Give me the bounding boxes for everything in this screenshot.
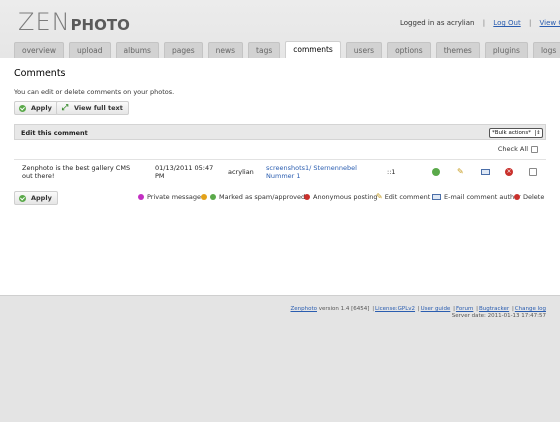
apply-label: Apply (31, 104, 52, 112)
tab-comments[interactable]: comments (285, 41, 341, 58)
mail-icon (432, 194, 441, 200)
table-row: Zenphoto is the best gallery CMS out the… (14, 159, 546, 182)
spam-icon (201, 194, 207, 200)
tab-news[interactable]: news (207, 42, 244, 58)
row-checkbox[interactable] (529, 168, 537, 176)
legend-label: Delete (523, 193, 545, 201)
user-bar: Logged in as acrylian | Log Out | View G… (400, 19, 560, 27)
tab-pages[interactable]: pages (163, 42, 203, 58)
pencil-icon: ✎ (376, 192, 383, 201)
comment-item: screenshots1/ Sternennebel Nummer 1 (266, 164, 366, 180)
apply-label: Apply (31, 194, 52, 202)
tab-albums[interactable]: albums (115, 42, 159, 58)
item-link-image[interactable]: Nummer 1 (266, 172, 301, 180)
check-all: Check All (498, 145, 538, 153)
tab-logs[interactable]: logs (532, 42, 560, 58)
tab-plugins[interactable]: plugins (484, 42, 528, 58)
apply-button-top[interactable]: Apply (14, 101, 58, 115)
logo-zen: ZEN (18, 8, 71, 36)
user-guide-link[interactable]: User guide (421, 306, 451, 312)
bulk-actions-select[interactable]: *Bulk actions* ⇕ (489, 128, 543, 138)
table-header-title: Edit this comment (21, 129, 88, 137)
footer: Zenphoto version 1.4 [6454] |License:GPL… (290, 306, 546, 320)
legend-edit: ✎ Edit comment (376, 192, 431, 202)
server-date: Server date: 2011-01-13 17:47:57 (451, 313, 546, 319)
select-arrows-icon: ⇕ (535, 130, 541, 136)
legend-email: E-mail comment author (432, 193, 521, 201)
item-link-album[interactable]: screenshots1/ Sternennebel (266, 164, 357, 172)
tab-options[interactable]: options (387, 42, 431, 58)
edit-pencil-icon[interactable]: ✎ (457, 168, 465, 176)
anonymous-icon (304, 194, 310, 200)
email-author-icon[interactable] (481, 169, 490, 175)
comments-table: Edit this comment *Bulk actions* ⇕ Check… (14, 124, 546, 182)
footer-brand-link[interactable]: Zenphoto (290, 306, 317, 312)
view-gallery-link[interactable]: View Gallery (540, 19, 560, 27)
comment-date: 01/13/2011 05:47 PM (155, 164, 214, 180)
check-icon (19, 104, 26, 112)
footer-version: version 1.4 [6454] (318, 306, 370, 312)
view-full-text-button[interactable]: ⤢ View full text (56, 101, 129, 115)
logged-in-text: Logged in as acrylian (400, 19, 475, 27)
legend-label: Anonymous posting (313, 193, 378, 201)
tab-overview[interactable]: overview (14, 42, 64, 58)
main-content: Comments You can edit or delete comments… (0, 58, 560, 296)
approved-icon[interactable] (432, 168, 440, 176)
footer-line-1: Zenphoto version 1.4 [6454] |License:GPL… (290, 306, 546, 312)
logo-photo: PHOTO (70, 16, 130, 34)
tab-upload[interactable]: upload (69, 42, 111, 58)
view-full-text-label: View full text (74, 104, 123, 112)
check-icon (19, 194, 26, 202)
legend-spam-approved: Marked as spam/approved (201, 193, 305, 201)
legend-label: E-mail comment author (444, 193, 521, 201)
legend-label: Private message (147, 193, 201, 201)
tab-tags[interactable]: tags (248, 42, 281, 58)
comment-ip: ::1 (387, 168, 396, 176)
bulk-actions-value: *Bulk actions* (492, 130, 532, 136)
page: ZENPHOTO Logged in as acrylian | Log Out… (0, 0, 560, 422)
delete-icon (514, 194, 520, 200)
comment-text: Zenphoto is the best gallery CMS out the… (22, 164, 131, 180)
intro-text: You can edit or delete comments on your … (14, 88, 175, 96)
separator: | (528, 19, 532, 27)
changelog-link[interactable]: Change log (515, 306, 546, 312)
header: ZENPHOTO Logged in as acrylian | Log Out… (0, 0, 560, 58)
table-header: Edit this comment *Bulk actions* ⇕ (14, 124, 546, 140)
logout-link[interactable]: Log Out (493, 19, 520, 27)
separator: | (482, 19, 486, 27)
legend-label: Marked as spam/approved (219, 193, 306, 201)
delete-icon[interactable]: × (505, 168, 513, 176)
check-all-label: Check All (497, 145, 528, 153)
comment-author: acrylian (228, 168, 254, 176)
legend-delete: Delete (514, 193, 544, 201)
license-link[interactable]: License:GPLv2 (375, 306, 415, 312)
legend-label: Edit comment (384, 193, 431, 201)
page-title: Comments (14, 68, 66, 79)
main-tabs: overview upload albums pages news tags c… (14, 41, 560, 58)
bugtracker-link[interactable]: Bugtracker (479, 306, 509, 312)
approved-icon (210, 194, 216, 200)
legend-anonymous: Anonymous posting (304, 193, 377, 201)
forum-link[interactable]: Forum (456, 306, 473, 312)
private-icon (138, 194, 144, 200)
zenphoto-logo[interactable]: ZENPHOTO (18, 8, 130, 36)
expand-icon: ⤢ (61, 103, 69, 112)
tab-users[interactable]: users (345, 42, 383, 58)
tab-themes[interactable]: themes (435, 42, 480, 58)
legend-private: Private message (138, 193, 201, 201)
apply-button-bottom[interactable]: Apply (14, 191, 58, 205)
check-all-checkbox[interactable] (531, 145, 538, 153)
